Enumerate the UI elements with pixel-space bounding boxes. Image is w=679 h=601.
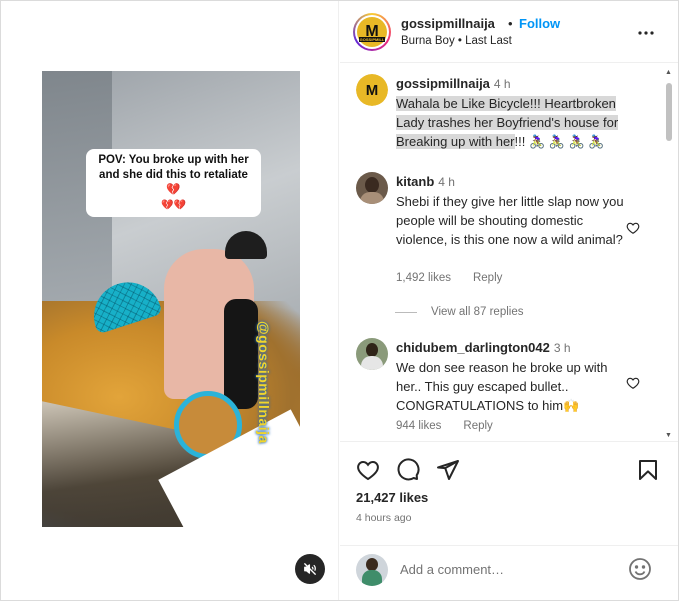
comment-time: 4 h: [493, 77, 511, 91]
like-comment-heart-icon[interactable]: [626, 376, 640, 390]
username-link[interactable]: gossipmillnaija: [401, 16, 495, 31]
share-icon[interactable]: [436, 458, 460, 482]
bookmark-icon[interactable]: [636, 458, 660, 482]
comment-text: We don see reason he broke up with her..…: [396, 360, 608, 413]
comment-text: Shebi if they give her little slap now y…: [396, 194, 624, 247]
comment-likes[interactable]: 1,492 likes: [396, 272, 451, 284]
comment-meta: 1,492 likes Reply: [396, 272, 524, 284]
list-item: kitanb 4 h Shebi if they give her little …: [396, 172, 628, 249]
reply-button[interactable]: Reply: [473, 272, 502, 284]
comment-username[interactable]: chidubem_darlington042: [396, 340, 550, 355]
avatar[interactable]: [356, 338, 388, 370]
post-header: M GOSSIPMILL gossipmillnaija • Follow Bur…: [340, 1, 678, 63]
comment-time: 3 h: [553, 341, 571, 355]
list-item: chidubem_darlington042 3 h We don see rea…: [396, 338, 628, 415]
comment-username[interactable]: gossipmillnaija: [396, 76, 490, 91]
post-timestamp[interactable]: 4 hours ago: [356, 512, 411, 524]
audio-link[interactable]: Burna Boy • Last Last: [401, 35, 512, 47]
comment-username[interactable]: kitanb: [396, 174, 434, 189]
avatar[interactable]: [356, 554, 388, 586]
caption-comment: gossipmillnaija 4 h Wahala be Like Bicycl…: [396, 76, 619, 149]
muted-speaker-icon: [304, 563, 316, 575]
post-details-panel: M GOSSIPMILL gossipmillnaija • Follow Bur…: [340, 1, 678, 600]
reply-button[interactable]: Reply: [463, 420, 492, 432]
comments-scrollbar[interactable]: ▲ ▼: [665, 67, 672, 439]
post-actions: 21,427 likes 4 hours ago: [340, 441, 678, 533]
avatar[interactable]: [356, 172, 388, 204]
video-caption: POV: You broke up with her and she did t…: [86, 149, 261, 217]
emoji-icon[interactable]: [628, 557, 652, 581]
comments-list[interactable]: M gossipmillnaija 4 h Wahala be Like Bicy…: [340, 64, 678, 440]
follow-button[interactable]: Follow: [519, 16, 560, 31]
avatar[interactable]: M GOSSIPMILL: [353, 13, 391, 51]
comment-input[interactable]: [400, 558, 620, 580]
comment-icon[interactable]: [396, 458, 420, 482]
likes-count[interactable]: 21,427 likes: [356, 490, 428, 505]
comment-time: 4 h: [438, 175, 455, 189]
scroll-down-icon[interactable]: ▼: [665, 432, 672, 439]
comment-meta: 944 likes Reply: [396, 420, 515, 432]
heart-icon[interactable]: [356, 458, 380, 482]
video-watermark: @gossipmillnaija: [256, 321, 272, 444]
more-icon[interactable]: [638, 19, 654, 40]
post-media: POV: You broke up with her and she did t…: [1, 1, 339, 600]
comment-likes[interactable]: 944 likes: [396, 420, 441, 432]
like-comment-heart-icon[interactable]: [626, 221, 640, 235]
mute-button[interactable]: [295, 554, 325, 584]
video-player[interactable]: POV: You broke up with her and she did t…: [42, 71, 300, 527]
view-replies-button[interactable]: View all 87 replies: [395, 306, 523, 318]
avatar[interactable]: M: [356, 74, 388, 106]
add-comment-bar: [340, 545, 678, 600]
scrollbar-thumb[interactable]: [666, 83, 672, 141]
scroll-up-icon[interactable]: ▲: [665, 69, 672, 76]
separator-dot: •: [508, 16, 513, 31]
